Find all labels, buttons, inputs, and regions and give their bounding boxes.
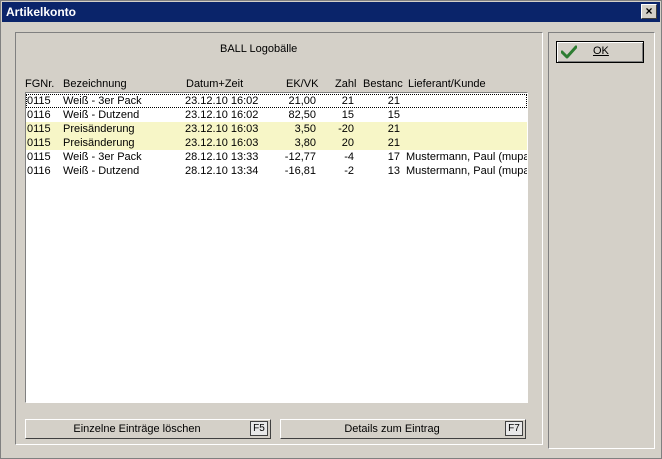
close-button[interactable]: × [641,4,657,19]
cell-bestand: 13 [387,165,400,177]
delete-entries-label: Einzelne Einträge löschen [73,423,201,435]
cell-ekvk: 82,50 [288,109,316,121]
cell-datum: 23.12.10 16:03 [185,137,259,149]
cell-bezeichnung: Weiß - Dutzend [63,109,140,121]
cell-datum: 28.12.10 13:33 [185,151,259,163]
cell-zahl: 21 [341,95,354,107]
cell-ekvk: -16,81 [284,165,316,177]
shortcut-f7-badge: F7 [505,421,523,436]
cell-zahl: -2 [344,165,354,177]
cell-bestand: 21 [387,123,400,135]
entry-details-label: Details zum Eintrag [344,423,440,435]
cell-ekvk: -12,77 [284,151,316,163]
title-bar: Artikelkonto × [2,2,660,22]
column-header-ekvk: EK/VK [286,78,319,90]
cell-ekvk: 21,00 [288,95,316,107]
table-row[interactable]: 0115 Weiß - 3er Pack 28.12.10 13:33 -12,… [26,150,527,164]
cell-bezeichnung: Preisänderung [63,137,135,149]
cell-zahl: -20 [338,123,354,135]
cell-zahl: 15 [341,109,354,121]
ok-button[interactable]: OK [556,41,644,63]
ok-label: OK [593,45,609,57]
article-title: BALL Logobälle [220,43,298,55]
cell-zahl: 20 [341,137,354,149]
cell-bestand: 15 [387,109,400,121]
cell-fgnr: 0115 [27,151,51,163]
table-row[interactable]: 0115 Preisänderung 23.12.10 16:03 3,80 2… [26,136,527,150]
cell-bezeichnung: Preisänderung [63,123,135,135]
column-header-bezeichnung: Bezeichnung [63,78,127,90]
cell-fgnr: 0115 [27,137,51,149]
shortcut-f5-badge: F5 [250,421,268,436]
window-title: Artikelkonto [6,5,77,19]
cell-bestand: 17 [387,151,400,163]
cell-datum: 28.12.10 13:34 [185,165,259,177]
column-header-fgnr: FGNr. [25,78,55,90]
cell-bezeichnung: Weiß - 3er Pack [63,95,142,107]
column-header-datum: Datum+Zeit [186,78,244,90]
entries-list[interactable]: 0115 Weiß - 3er Pack 23.12.10 16:02 21,0… [25,92,528,403]
column-header-bestand: Bestanc [363,78,403,90]
cell-bestand: 21 [387,95,400,107]
cell-ekvk: 3,50 [294,123,316,135]
entry-details-button[interactable]: Details zum Eintrag F7 [280,419,526,439]
table-row[interactable]: 0116 Weiß - Dutzend 23.12.10 16:02 82,50… [26,108,527,122]
actions-panel [548,32,655,449]
cell-lieferant: Mustermann, Paul (mupa) [406,165,528,177]
cell-fgnr: 0115 [27,123,51,135]
table-row[interactable]: 0116 Weiß - Dutzend 28.12.10 13:34 -16,8… [26,164,527,178]
delete-entries-button[interactable]: Einzelne Einträge löschen F5 [25,419,271,439]
cell-zahl: -4 [344,151,354,163]
cell-bezeichnung: Weiß - Dutzend [63,165,140,177]
cell-datum: 23.12.10 16:03 [185,123,259,135]
cell-fgnr: 0116 [27,109,51,121]
cell-bestand: 21 [387,137,400,149]
cell-lieferant: Mustermann, Paul (mupa) [406,151,528,163]
cell-datum: 23.12.10 16:02 [185,95,259,107]
table-row[interactable]: 0115 Preisänderung 23.12.10 16:03 3,50 -… [26,122,527,136]
table-row[interactable]: 0115 Weiß - 3er Pack 23.12.10 16:02 21,0… [26,94,527,108]
column-header-lieferant: Lieferant/Kunde [408,78,486,90]
cell-fgnr: 0116 [27,165,51,177]
close-icon: × [645,4,653,18]
check-icon [561,45,577,59]
column-header-zahl: Zahl [335,78,357,90]
cell-fgnr: 0115 [27,95,51,107]
cell-bezeichnung: Weiß - 3er Pack [63,151,142,163]
cell-datum: 23.12.10 16:02 [185,109,259,121]
cell-ekvk: 3,80 [294,137,316,149]
article-account-window: Artikelkonto × BALL Logobälle FGNr. Beze… [0,0,662,459]
